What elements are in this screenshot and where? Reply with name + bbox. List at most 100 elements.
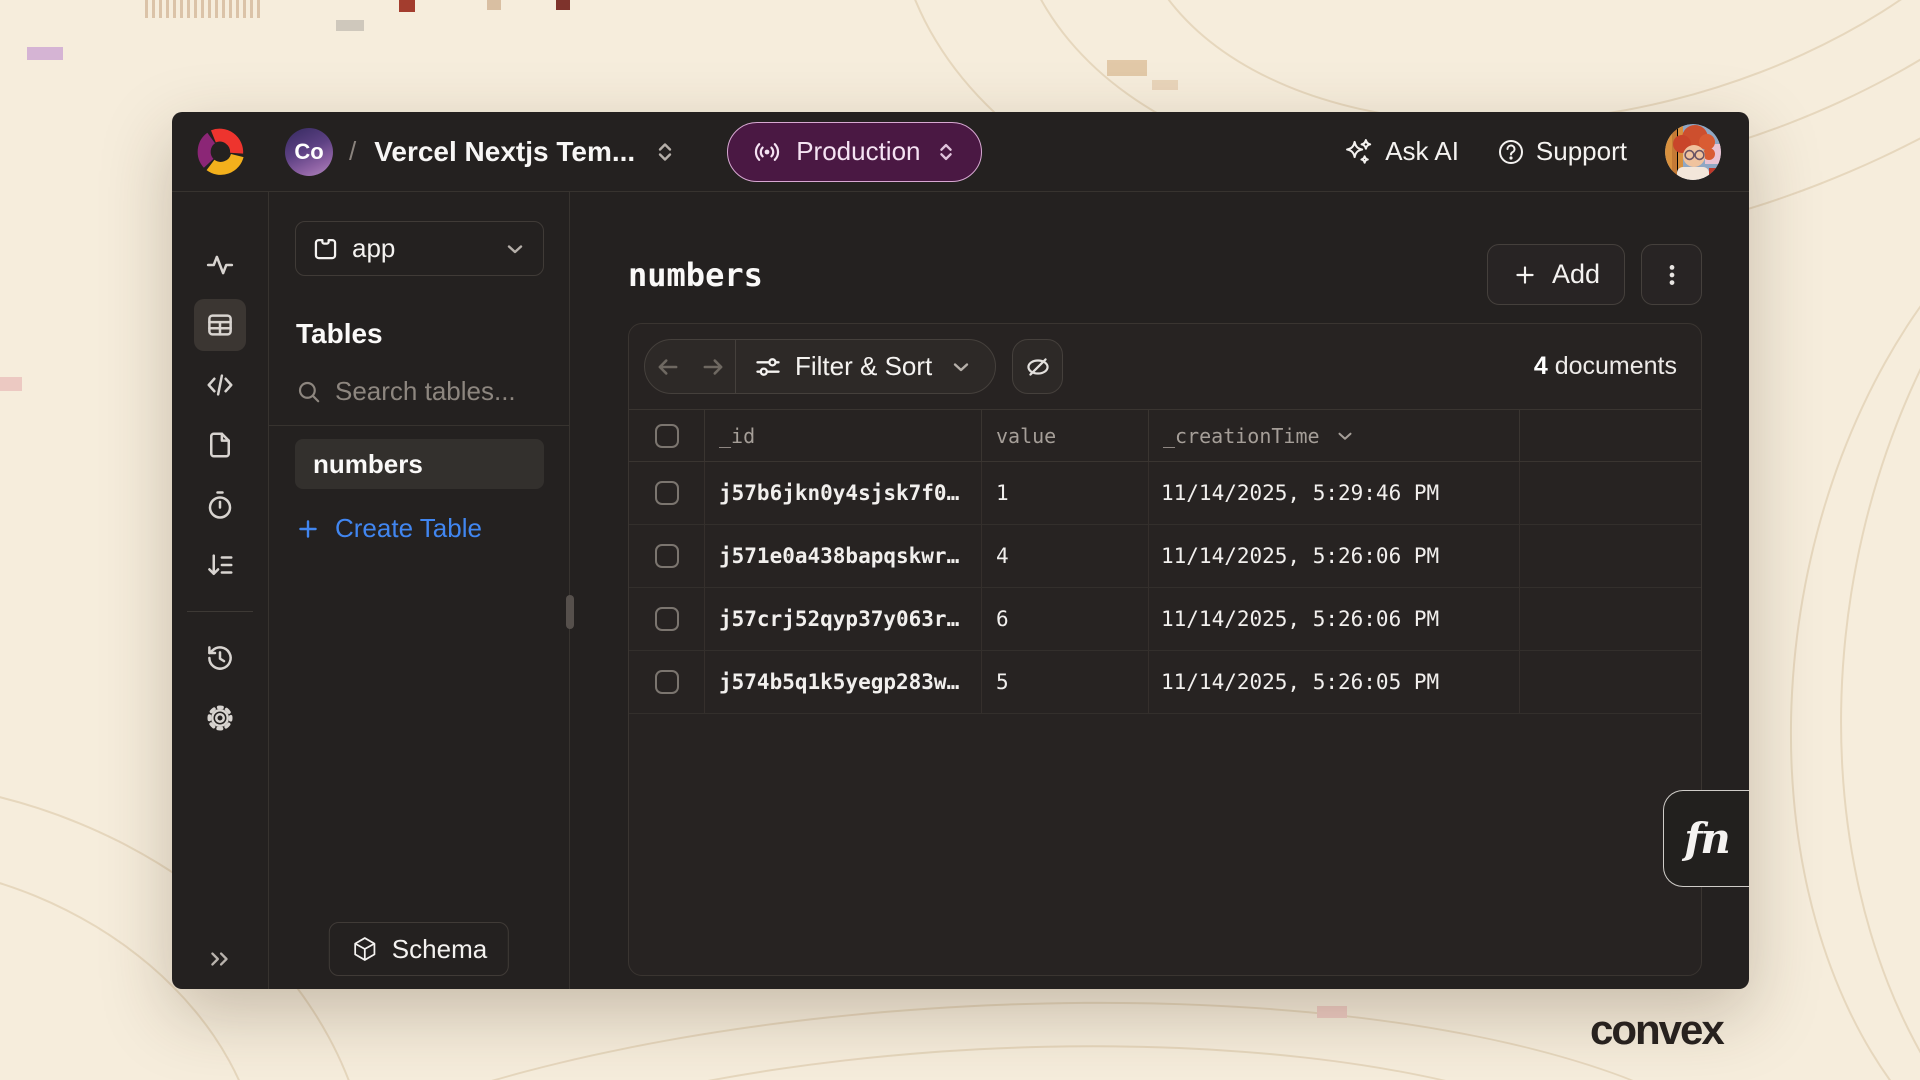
cell-id[interactable]: j574b5q1k5yegp283w…: [705, 651, 982, 713]
block-decoration: [399, 0, 415, 12]
arrow-left-icon: [654, 353, 682, 381]
ask-ai-label: Ask AI: [1385, 136, 1459, 167]
row-checkbox[interactable]: [655, 481, 679, 505]
row-checkbox-cell: [629, 525, 705, 587]
convex-wordmark: convex: [1590, 1006, 1723, 1054]
sparkle-icon: [1344, 137, 1374, 167]
table-row[interactable]: j571e0a438bapqskwr… 4 11/14/2025, 5:26:0…: [629, 525, 1701, 588]
create-table-button[interactable]: Create Table: [295, 513, 482, 544]
row-checkbox[interactable]: [655, 607, 679, 631]
breadcrumb-separator: /: [349, 136, 356, 167]
cell-id[interactable]: j571e0a438bapqskwr…: [705, 525, 982, 587]
table-row[interactable]: j57crj52qyp37y063r… 6 11/14/2025, 5:26:0…: [629, 588, 1701, 651]
search-tables-input[interactable]: [335, 376, 535, 407]
tables-panel: app Tables numbers: [269, 192, 570, 989]
column-header-value[interactable]: value: [982, 410, 1149, 461]
cell-value[interactable]: 4: [982, 525, 1149, 587]
table-toolbar: Filter & Sort: [629, 324, 1701, 409]
toolbar-pill-group: Filter & Sort: [644, 339, 996, 394]
cell-empty: [1520, 588, 1701, 650]
cell-value[interactable]: 5: [982, 651, 1149, 713]
ask-ai-button[interactable]: Ask AI: [1344, 136, 1459, 167]
main-header: numbers Add: [628, 244, 1702, 305]
row-checkbox[interactable]: [655, 544, 679, 568]
search-icon: [296, 379, 322, 405]
block-decoration: [1107, 60, 1147, 76]
function-runner-tab[interactable]: fn: [1663, 790, 1749, 887]
hide-fields-button[interactable]: [1012, 339, 1063, 394]
project-name: Vercel Nextjs Tem...: [374, 136, 635, 168]
select-all-checkbox[interactable]: [655, 424, 679, 448]
table-body: j57b6jkn0y4sjsk7f0… 1 11/14/2025, 5:29:4…: [629, 462, 1701, 714]
cell-empty: [1520, 651, 1701, 713]
table-menu-button[interactable]: [1641, 244, 1702, 305]
sidebar-item-data[interactable]: [194, 299, 246, 351]
header-actions: Add: [1487, 244, 1702, 305]
history-forward-button[interactable]: [690, 340, 735, 393]
support-button[interactable]: Support: [1497, 136, 1627, 167]
cell-value[interactable]: 1: [982, 462, 1149, 524]
sidebar-icon-rail: [172, 192, 269, 989]
history-back-button[interactable]: [645, 340, 690, 393]
table-header-row: _id value _creationTime: [629, 410, 1701, 462]
add-document-button[interactable]: Add: [1487, 244, 1625, 305]
block-decoration: [1152, 80, 1178, 90]
cell-creation-time[interactable]: 11/14/2025, 5:29:46 PM: [1149, 462, 1520, 524]
kebab-icon: [1659, 262, 1685, 288]
convex-logo-icon: [196, 128, 244, 176]
convex-dashboard-window: Co / Vercel Nextjs Tem...: [172, 112, 1749, 989]
row-checkbox-cell: [629, 462, 705, 524]
cell-id[interactable]: j57crj52qyp37y063r…: [705, 588, 982, 650]
add-label: Add: [1552, 259, 1600, 290]
cell-empty: [1520, 462, 1701, 524]
table-row[interactable]: j574b5q1k5yegp283w… 5 11/14/2025, 5:26:0…: [629, 651, 1701, 714]
row-checkbox-cell: [629, 588, 705, 650]
block-decoration: [27, 47, 63, 60]
row-checkbox-cell: [629, 651, 705, 713]
project-selector[interactable]: Vercel Nextjs Tem...: [374, 136, 677, 168]
user-avatar[interactable]: [1665, 124, 1721, 180]
cell-creation-time[interactable]: 11/14/2025, 5:26:06 PM: [1149, 588, 1520, 650]
sidebar-item-logs[interactable]: [194, 539, 246, 591]
documents-count-number: 4: [1534, 352, 1548, 380]
deployment-label: Production: [796, 136, 920, 167]
page-title: numbers: [628, 256, 763, 294]
sidebar-item-settings[interactable]: [194, 692, 246, 744]
column-header-creation-time[interactable]: _creationTime: [1149, 410, 1520, 461]
schema-label: Schema: [392, 934, 487, 965]
cell-creation-time[interactable]: 11/14/2025, 5:26:06 PM: [1149, 525, 1520, 587]
component-label: app: [352, 233, 395, 264]
search-tables: [296, 376, 542, 407]
block-decoration: [336, 20, 364, 31]
cell-id[interactable]: j57b6jkn0y4sjsk7f0…: [705, 462, 982, 524]
block-decoration: [1317, 1006, 1347, 1018]
sliders-icon: [754, 353, 782, 381]
chevron-up-down-icon: [935, 141, 957, 163]
desktop-background: convex Co / Vercel Nextjs Tem...: [0, 0, 1920, 1080]
schema-button[interactable]: Schema: [329, 922, 509, 976]
chevron-down-icon: [503, 237, 527, 261]
table-row[interactable]: j57b6jkn0y4sjsk7f0… 1 11/14/2025, 5:29:4…: [629, 462, 1701, 525]
component-selector[interactable]: app: [295, 221, 544, 276]
column-header-id[interactable]: _id: [705, 410, 982, 461]
filter-sort-button[interactable]: Filter & Sort: [736, 340, 995, 393]
row-checkbox[interactable]: [655, 670, 679, 694]
documents-count-label: documents: [1555, 352, 1677, 380]
sidebar-item-history[interactable]: [194, 632, 246, 684]
help-icon: [1497, 138, 1525, 166]
table-list-item-numbers[interactable]: numbers: [295, 439, 544, 489]
sidebar-item-files[interactable]: [194, 419, 246, 471]
chevron-down-icon: [949, 355, 973, 379]
sidebar-item-schedules[interactable]: [194, 479, 246, 531]
sidebar-item-functions[interactable]: [194, 359, 246, 411]
cell-creation-time[interactable]: 11/14/2025, 5:26:05 PM: [1149, 651, 1520, 713]
deployment-selector[interactable]: Production: [727, 122, 981, 182]
support-label: Support: [1536, 136, 1627, 167]
cell-value[interactable]: 6: [982, 588, 1149, 650]
sidebar-expand-button[interactable]: [194, 933, 246, 985]
eye-off-icon: [1024, 353, 1052, 381]
chevron-up-down-icon: [653, 140, 677, 164]
sidebar-item-health[interactable]: [194, 239, 246, 291]
team-avatar[interactable]: Co: [285, 128, 333, 176]
main-content: numbers Add: [570, 192, 1749, 989]
